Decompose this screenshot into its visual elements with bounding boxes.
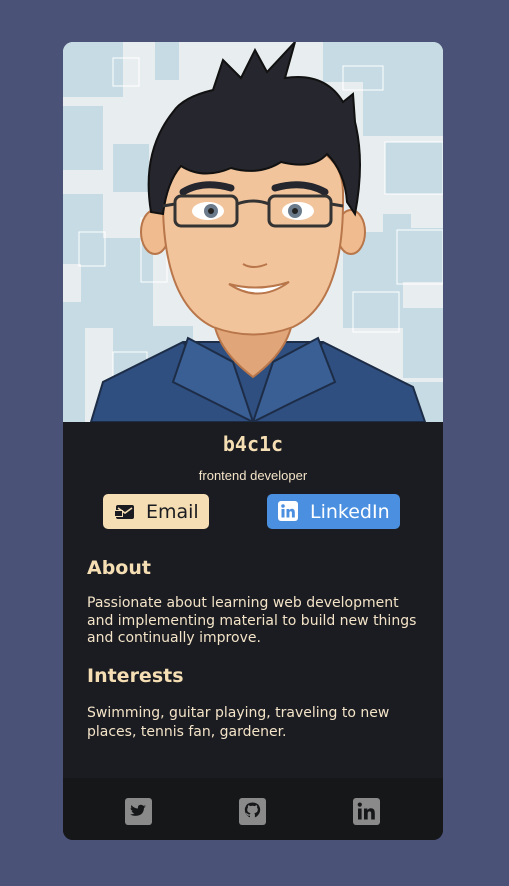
- profile-role: frontend developer: [198, 468, 308, 483]
- avatar-illustration: [63, 42, 443, 422]
- avatar: [63, 42, 443, 422]
- email-button[interactable]: Email: [103, 494, 209, 529]
- linkedin-button[interactable]: LinkedIn: [267, 494, 400, 529]
- twitter-icon[interactable]: [125, 798, 152, 825]
- email-icon: [114, 501, 136, 523]
- about-heading: About: [87, 557, 151, 579]
- profile-card: b4c1c frontend developer Email LinkedIn …: [63, 42, 443, 840]
- github-icon[interactable]: [239, 798, 266, 825]
- linkedin-button-label: LinkedIn: [310, 500, 390, 523]
- linkedin-icon: [278, 500, 300, 523]
- about-text: Passionate about learning web developmen…: [87, 595, 417, 646]
- interests-text: Swimming, guitar playing, traveling to n…: [87, 705, 390, 740]
- social-footer: [63, 778, 443, 840]
- interests-heading: Interests: [87, 665, 184, 687]
- email-button-label: Email: [146, 500, 199, 523]
- profile-name: b4c1c: [222, 432, 284, 456]
- linkedin-footer-icon[interactable]: [353, 798, 380, 825]
